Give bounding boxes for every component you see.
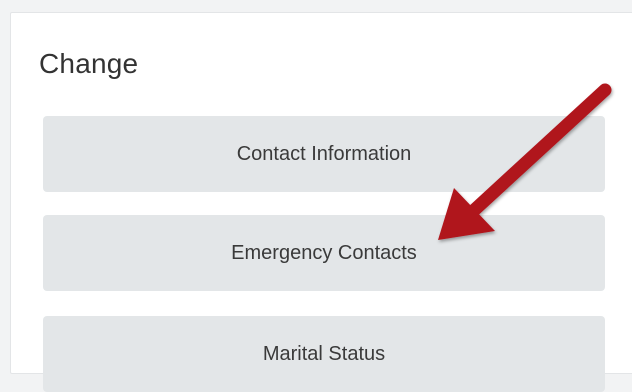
emergency-contacts-label: Emergency Contacts — [231, 241, 417, 264]
panel-title: Change — [39, 48, 139, 79]
contact-information-button[interactable]: Contact Information — [43, 116, 605, 192]
contact-information-label: Contact Information — [236, 142, 412, 165]
emergency-contacts-button[interactable]: Emergency Contacts — [43, 215, 605, 291]
marital-status-button[interactable]: Marital Status — [43, 316, 605, 392]
marital-status-label: Marital Status — [262, 342, 386, 365]
